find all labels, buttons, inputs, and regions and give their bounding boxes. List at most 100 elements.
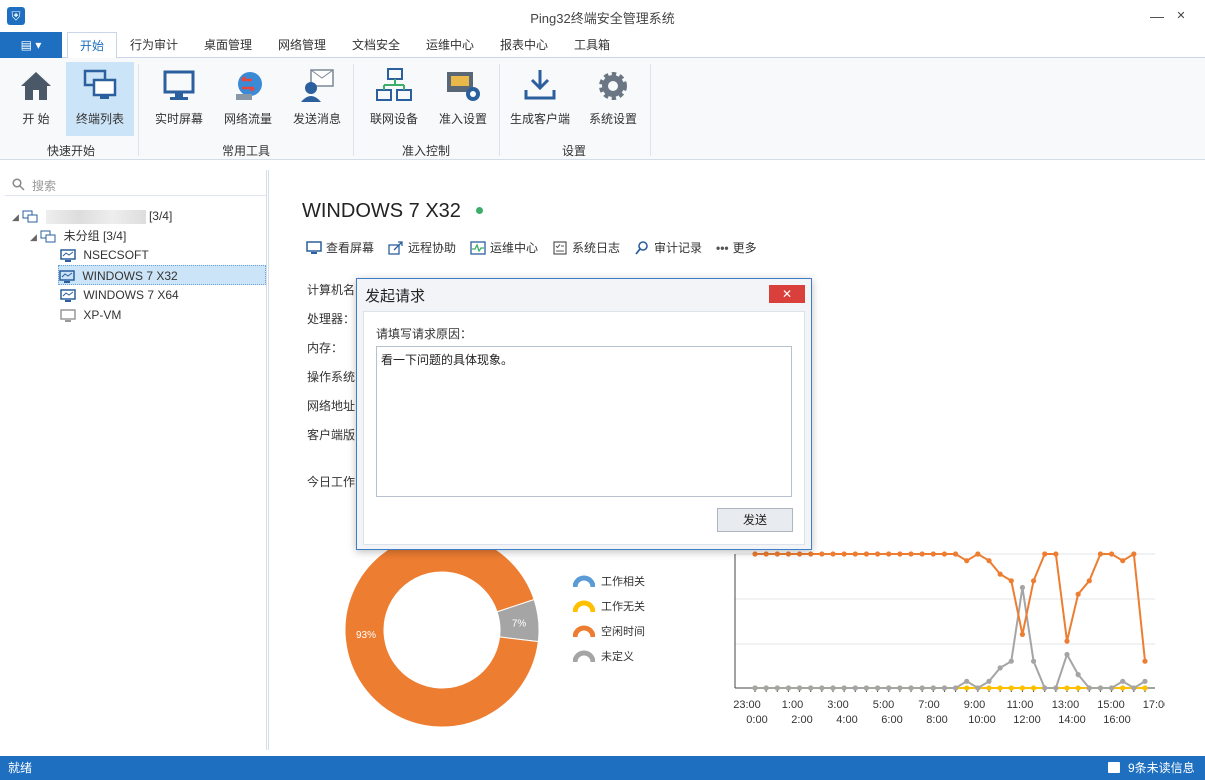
ribbon-separator (353, 64, 354, 156)
device-label: WINDOWS 7 X32 (82, 269, 178, 283)
realtime-screen-button[interactable]: 实时屏幕 (148, 62, 210, 136)
tab-desktop-management[interactable]: 桌面管理 (196, 32, 260, 58)
series-point (852, 551, 858, 557)
series-point (830, 551, 836, 557)
menu-bar: ▤ ▾ 开始 行为审计 桌面管理 网络管理 文档安全 运维中心 报表中心 工具箱 (0, 32, 1205, 59)
tab-report-center[interactable]: 报表中心 (492, 32, 556, 58)
app-menu-button[interactable]: ▤ ▾ (0, 32, 62, 58)
x-tick-label: 13:00 (1052, 699, 1080, 711)
terminal-list-button[interactable]: 终端列表 (66, 62, 134, 136)
series-point (1108, 685, 1115, 691)
series-point (1019, 584, 1026, 591)
x-tick-label: 6:00 (881, 714, 902, 726)
ops-center-label: 运维中心 (490, 241, 539, 255)
series-point (1131, 685, 1137, 691)
group-settings: 设置 (561, 144, 586, 158)
access-settings-button[interactable]: 准入设置 (432, 62, 494, 136)
series-point (986, 558, 992, 564)
audit-records-label: 审计记录 (654, 241, 703, 255)
series-point (897, 551, 903, 557)
ribbon-separator (138, 64, 139, 156)
start-button[interactable]: 开 始 (8, 62, 64, 136)
x-tick-label: 3:00 (827, 699, 848, 711)
search-box[interactable]: 搜索 (5, 172, 266, 196)
tab-document-security[interactable]: 文档安全 (344, 32, 408, 58)
tree-root[interactable]: ◢ [3/4] (12, 206, 266, 226)
legend-label: 工作相关 (601, 576, 645, 588)
more-action[interactable]: ••• 更多 (716, 239, 757, 256)
tree-device-win7-x64[interactable]: WINDOWS 7 X64 (60, 285, 179, 305)
x-tick-label: 4:00 (836, 714, 857, 726)
audit-records-action[interactable]: 审计记录 (634, 239, 702, 256)
series-point (852, 685, 858, 691)
tab-start[interactable]: 开始 (67, 32, 117, 59)
group-quick-start: 快速开始 (46, 144, 95, 158)
tree-device-xp-vm[interactable]: XP-VM (60, 305, 121, 325)
series-point (908, 685, 914, 691)
search-input[interactable]: 搜索 (32, 177, 56, 194)
series-point (1142, 658, 1148, 664)
series-point (1075, 685, 1081, 691)
system-log-label: 系统日志 (572, 241, 621, 255)
root-count: [3/4] (148, 209, 173, 223)
monitor-icon (163, 70, 195, 100)
series-point (1030, 658, 1037, 664)
ops-center-action[interactable]: 运维中心 (470, 239, 538, 256)
series-point (975, 551, 981, 557)
tab-network-management[interactable]: 网络管理 (270, 32, 334, 58)
network-traffic-button[interactable]: 网络流量 (216, 62, 280, 136)
reason-label: 请填写请求原因： (376, 327, 473, 341)
remote-assist-label: 远程协助 (408, 241, 457, 255)
tab-toolbox[interactable]: 工具箱 (566, 32, 618, 58)
dialog-close-button[interactable]: ✕ (769, 285, 805, 303)
send-message-button[interactable]: 发送消息 (286, 62, 348, 136)
dialog-title: 发起请求 (365, 288, 426, 305)
device-label: XP-VM (83, 308, 122, 322)
x-tick-label: 16:00 (1103, 714, 1131, 726)
globe-traffic-icon (236, 72, 262, 100)
series-point (1053, 551, 1059, 557)
mail-icon[interactable] (1108, 762, 1120, 773)
legend-swatch (573, 600, 595, 613)
remote-assist-action[interactable]: 远程协助 (388, 239, 456, 256)
system-settings-button[interactable]: 系统设置 (582, 62, 644, 136)
tree-device-win7-x32[interactable]: WINDOWS 7 X32 (58, 265, 266, 285)
field-memory: 内存： (307, 341, 344, 355)
series-point (1064, 638, 1070, 644)
realtime-screen-label: 实时屏幕 (154, 112, 203, 126)
status-bar: 就绪 9条未读信息 (0, 756, 1205, 780)
series-point (919, 551, 925, 557)
unread-messages[interactable]: 9条未读信息 (1128, 756, 1195, 780)
reason-textarea[interactable]: 看一下问题的具体现象。 (376, 346, 792, 497)
series-point (841, 685, 847, 691)
legend-swatch (573, 625, 595, 638)
tree-group-ungrouped[interactable]: ◢ 未分组 [3/4] (30, 226, 126, 246)
series-point (1064, 651, 1070, 658)
status-text: 就绪 (8, 761, 33, 775)
series-point (897, 685, 903, 691)
networked-devices-button[interactable]: 联网设备 (362, 62, 426, 136)
generate-client-button[interactable]: 生成客户端 (506, 62, 574, 136)
series-point (1042, 685, 1048, 691)
computer-icon (59, 270, 75, 283)
minimize-button[interactable]: — (1147, 6, 1167, 26)
legend-item: 未定义 (573, 648, 634, 664)
series-point (1142, 678, 1148, 684)
more-label: 更多 (732, 241, 757, 255)
pulse-icon (470, 240, 486, 255)
access-settings-label: 准入设置 (438, 112, 487, 126)
close-button[interactable]: ✕ (1171, 6, 1191, 26)
series-point (964, 678, 970, 684)
system-log-action[interactable]: 系统日志 (552, 239, 620, 256)
x-tick-label: 9:00 (964, 699, 985, 711)
remote-icon (388, 240, 403, 255)
series-point (997, 665, 1003, 671)
send-button[interactable]: 发送 (717, 508, 793, 532)
tab-behavior-audit[interactable]: 行为审计 (122, 32, 186, 58)
series-point (774, 685, 780, 691)
tree-device-nsecsoft[interactable]: NSECSOFT (60, 245, 149, 265)
view-screen-action[interactable]: 查看屏幕 (306, 239, 374, 256)
tab-ops-center[interactable]: 运维中心 (418, 32, 482, 58)
donut-value-label: 7% (512, 618, 527, 629)
computer-icon (60, 289, 76, 302)
